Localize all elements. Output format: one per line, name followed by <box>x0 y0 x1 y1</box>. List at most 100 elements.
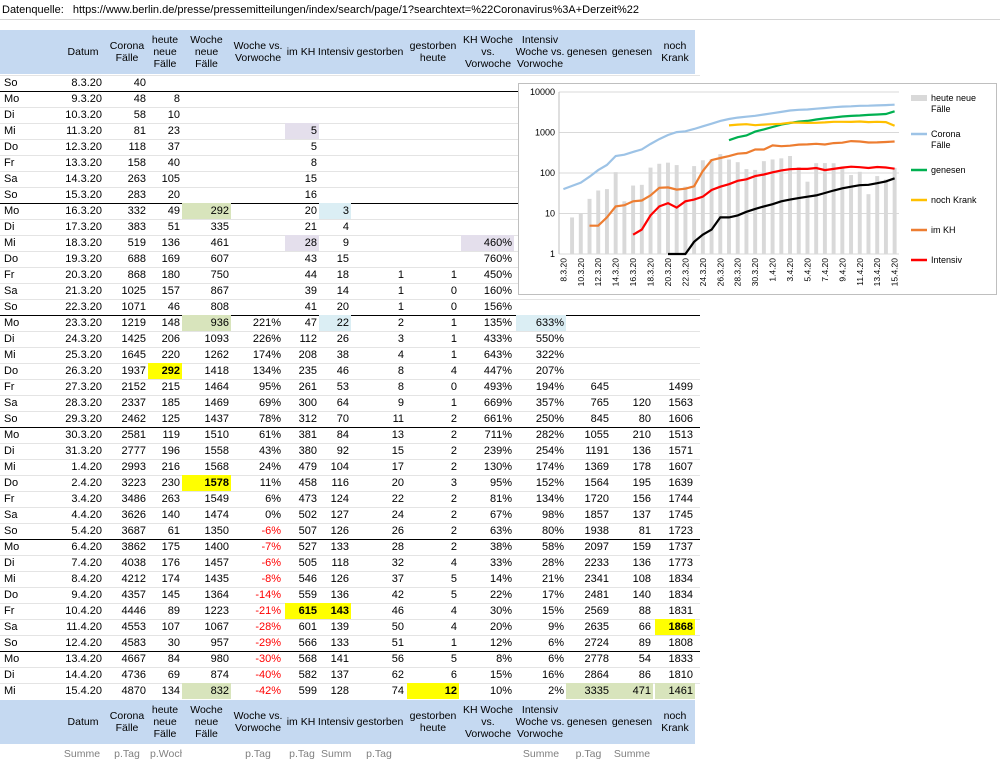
table-cell[interactable]: 126 <box>319 571 351 587</box>
table-cell[interactable]: 220 <box>148 347 182 363</box>
column-header[interactable]: Intensiv Woche vs. Vorwoche <box>515 30 565 74</box>
table-cell[interactable]: -42% <box>233 683 283 699</box>
table-cell[interactable]: 133 <box>319 539 351 555</box>
table-cell[interactable]: 1474 <box>182 507 231 523</box>
table-cell[interactable]: 0 <box>407 379 459 395</box>
weekday-cell[interactable]: So <box>0 187 38 203</box>
table-cell[interactable]: 1857 <box>566 507 611 523</box>
weekday-cell[interactable]: Mo <box>0 315 38 331</box>
table-cell[interactable]: 688 <box>106 251 148 267</box>
table-cell[interactable]: 1350 <box>182 523 231 539</box>
table-cell[interactable]: 2 <box>407 411 459 427</box>
weekday-cell[interactable]: Do <box>0 139 38 155</box>
table-cell[interactable]: 81% <box>461 491 514 507</box>
table-cell[interactable]: 357% <box>516 395 566 411</box>
table-cell[interactable]: 479 <box>285 459 319 475</box>
table-cell[interactable]: 108 <box>611 571 653 587</box>
table-cell[interactable]: 2341 <box>566 571 611 587</box>
column-footer[interactable]: Corona Fälle <box>106 700 148 744</box>
table-cell[interactable]: 62 <box>352 667 406 683</box>
table-cell[interactable]: 66 <box>611 619 653 635</box>
column-footer[interactable]: im KH <box>285 700 317 744</box>
table-cell[interactable]: 2 <box>407 523 459 539</box>
weekday-cell[interactable]: Mi <box>0 459 38 475</box>
table-cell[interactable]: 26 <box>319 331 351 347</box>
table-cell[interactable]: 447% <box>461 363 514 379</box>
table-cell[interactable]: 867 <box>182 283 231 299</box>
table-cell[interactable]: 46 <box>352 603 406 619</box>
table-cell[interactable]: 145 <box>148 587 182 603</box>
table-cell[interactable]: 2097 <box>566 539 611 555</box>
table-cell[interactable]: 196 <box>148 443 182 459</box>
table-cell[interactable]: 30 <box>148 635 182 651</box>
table-cell[interactable]: 40 <box>106 75 148 91</box>
table-cell[interactable]: 15 <box>285 171 319 187</box>
table-cell[interactable]: 4 <box>407 363 459 379</box>
date-cell[interactable]: 3.4.20 <box>60 491 104 507</box>
column-footer[interactable]: Intensiv Woche vs. Vorwoche <box>515 700 565 744</box>
table-cell[interactable]: 1400 <box>182 539 231 555</box>
table-cell[interactable]: 450% <box>461 267 514 283</box>
table-cell[interactable]: 185 <box>148 395 182 411</box>
table-cell[interactable]: 1549 <box>182 491 231 507</box>
table-cell[interactable]: 546 <box>285 571 319 587</box>
weekday-cell[interactable]: Mo <box>0 651 38 667</box>
column-header[interactable]: genesen <box>609 30 655 74</box>
table-cell[interactable]: 1834 <box>655 587 695 603</box>
table-cell[interactable]: 1571 <box>655 443 695 459</box>
table-cell[interactable]: 20 <box>352 475 406 491</box>
table-cell[interactable]: 2635 <box>566 619 611 635</box>
table-cell[interactable]: 148 <box>148 315 182 331</box>
table-cell[interactable]: 8% <box>461 651 514 667</box>
table-cell[interactable]: 1645 <box>106 347 148 363</box>
table-cell[interactable]: 84 <box>148 651 182 667</box>
table-cell[interactable]: 206 <box>148 331 182 347</box>
table-cell[interactable]: 8 <box>285 155 319 171</box>
weekday-cell[interactable]: So <box>0 299 38 315</box>
table-cell[interactable]: 250% <box>516 411 566 427</box>
table-cell[interactable]: 2864 <box>566 667 611 683</box>
table-cell[interactable]: 263 <box>148 491 182 507</box>
table-cell[interactable]: 88 <box>611 603 653 619</box>
table-cell[interactable]: 133 <box>319 635 351 651</box>
date-cell[interactable]: 5.4.20 <box>60 523 104 539</box>
weekday-cell[interactable]: Sa <box>0 395 38 411</box>
table-cell[interactable]: 58% <box>516 539 566 555</box>
table-cell[interactable]: 312 <box>285 411 319 427</box>
table-cell[interactable]: 322% <box>516 347 566 363</box>
table-cell[interactable]: 4357 <box>106 587 148 603</box>
table-cell[interactable]: 760% <box>461 251 514 267</box>
table-cell[interactable]: 254% <box>516 443 566 459</box>
unit-cell[interactable]: p.Tag <box>233 746 283 762</box>
table-cell[interactable]: 54 <box>611 651 653 667</box>
table-cell[interactable]: 136 <box>148 235 182 251</box>
table-cell[interactable]: 10 <box>148 107 182 123</box>
table-cell[interactable]: 226% <box>233 331 283 347</box>
table-cell[interactable]: -28% <box>233 619 283 635</box>
table-cell[interactable]: 5 <box>285 123 319 139</box>
unit-cell[interactable]: p.Woche <box>148 746 182 762</box>
table-cell[interactable]: 633% <box>516 315 566 331</box>
weekday-cell[interactable]: Fr <box>0 267 38 283</box>
table-cell[interactable]: 140 <box>611 587 653 603</box>
table-cell[interactable]: 2 <box>407 443 459 459</box>
table-cell[interactable]: 48 <box>106 91 148 107</box>
table-cell[interactable]: 1093 <box>182 331 231 347</box>
table-cell[interactable]: 15 <box>352 443 406 459</box>
date-cell[interactable]: 27.3.20 <box>60 379 104 395</box>
table-cell[interactable]: 550% <box>516 331 566 347</box>
weekday-cell[interactable]: Fr <box>0 603 38 619</box>
table-cell[interactable]: 136 <box>611 555 653 571</box>
table-cell[interactable]: 15 <box>319 251 351 267</box>
weekday-cell[interactable]: Sa <box>0 283 38 299</box>
table-cell[interactable]: 3862 <box>106 539 148 555</box>
table-cell[interactable]: 49 <box>148 203 182 219</box>
table-cell[interactable]: 471 <box>611 683 653 699</box>
table-cell[interactable]: 601 <box>285 619 319 635</box>
table-cell[interactable]: 1606 <box>655 411 695 427</box>
table-cell[interactable]: 1364 <box>182 587 231 603</box>
weekday-cell[interactable]: Do <box>0 475 38 491</box>
table-cell[interactable]: 980 <box>182 651 231 667</box>
table-cell[interactable]: 24 <box>352 507 406 523</box>
unit-cell[interactable]: p.Tag <box>106 746 148 762</box>
